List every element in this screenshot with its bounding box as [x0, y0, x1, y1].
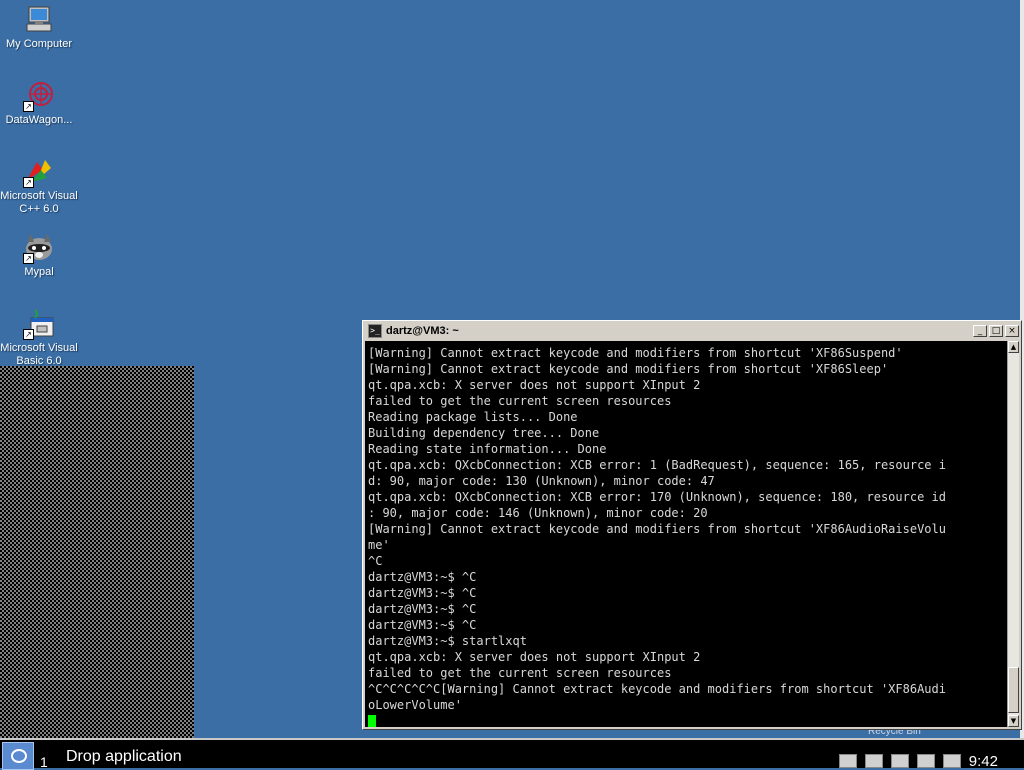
close-button[interactable]: ×: [1005, 325, 1019, 337]
terminal-line: ^C: [368, 554, 383, 568]
start-menu-button[interactable]: [2, 742, 34, 770]
terminal-line: dartz@VM3:~$ ^C: [368, 618, 477, 632]
scroll-up-icon[interactable]: ▲: [1008, 341, 1019, 353]
visual-basic-icon: ↗: [23, 308, 55, 340]
terminal-line: dartz@VM3:~$ ^C: [368, 586, 477, 600]
desktop-icon-label: Microsoft Visual C++ 6.0: [0, 190, 78, 215]
maximize-button[interactable]: □: [989, 325, 1003, 337]
terminal-line: qt.qpa.xcb: X server does not support XI…: [368, 650, 701, 664]
terminal-line: qt.qpa.xcb: QXcbConnection: XCB error: 1…: [368, 458, 946, 472]
terminal-line: oLowerVolume': [368, 698, 462, 712]
terminal-line: ^C^C^C^C^C[Warning] Cannot extract keyco…: [368, 682, 946, 696]
scroll-thumb[interactable]: [1008, 667, 1019, 713]
desktop-icon-mypal[interactable]: ↗ Mypal: [0, 232, 78, 279]
terminal-line: dartz@VM3:~$ ^C: [368, 602, 477, 616]
desktop-icon-datawagon[interactable]: ↗ DataWagon...: [0, 80, 78, 127]
terminal-line: me': [368, 538, 390, 552]
desktop-icon-label: DataWagon...: [5, 114, 73, 126]
volume-icon[interactable]: [942, 754, 961, 768]
desktop-icon-label: My Computer: [5, 38, 73, 50]
system-tray: 9:42: [838, 740, 1024, 770]
visual-cpp-icon: ↗: [23, 156, 55, 188]
terminal-cursor: [368, 714, 376, 727]
terminal-line: failed to get the current screen resourc…: [368, 666, 672, 680]
clipboard-icon[interactable]: [838, 754, 857, 768]
terminal-line: Reading package lists... Done: [368, 410, 578, 424]
desktop-icon-visual-cpp[interactable]: ↗ Microsoft Visual C++ 6.0: [0, 156, 78, 216]
mypal-raccoon-icon: ↗: [23, 232, 55, 264]
lxqt-logo-icon: [11, 749, 27, 763]
desktop: My Computer ↗ DataWagon... ↗ Microsoft V…: [0, 0, 1024, 738]
notes-icon[interactable]: [916, 754, 935, 768]
clock[interactable]: 9:42: [969, 753, 998, 770]
terminal-line: [Warning] Cannot extract keycode and mod…: [368, 362, 889, 376]
taskbar: 1 Drop application 9:42: [0, 738, 1024, 770]
terminal-window[interactable]: >_ dartz@VM3: ~ _ □ × [Warning] Cannot e…: [362, 320, 1022, 730]
terminal-scrollbar[interactable]: ▲ ▼: [1007, 341, 1019, 727]
desktop-icon-my-computer[interactable]: My Computer: [0, 4, 78, 51]
taskbar-task-title[interactable]: Drop application: [66, 748, 182, 766]
terminal-line: : 90, major code: 146 (Unknown), minor c…: [368, 506, 708, 520]
desktop-icon-label: Mypal: [24, 266, 54, 278]
desktop-icon-visual-basic[interactable]: ↗ Microsoft Visual Basic 6.0: [0, 308, 78, 368]
shortcut-arrow-icon: ↗: [23, 177, 34, 188]
terminal-line: failed to get the current screen resourc…: [368, 394, 672, 408]
terminal-line: [Warning] Cannot extract keycode and mod…: [368, 522, 946, 536]
network-icon[interactable]: [864, 754, 883, 768]
terminal-line: qt.qpa.xcb: X server does not support XI…: [368, 378, 701, 392]
terminal-titlebar[interactable]: >_ dartz@VM3: ~ _ □ ×: [365, 323, 1019, 339]
window-title: dartz@VM3: ~: [386, 325, 459, 337]
terminal-line: dartz@VM3:~$ ^C: [368, 570, 477, 584]
terminal-icon: >_: [368, 324, 382, 338]
terminal-line: [Warning] Cannot extract keycode and mod…: [368, 346, 903, 360]
computer-icon: [23, 4, 55, 36]
datawagon-icon: ↗: [23, 80, 55, 112]
minimize-button[interactable]: _: [973, 325, 987, 337]
shortcut-arrow-icon: ↗: [23, 253, 34, 264]
cursor-line: [368, 713, 1007, 727]
shortcut-arrow-icon: ↗: [23, 101, 34, 112]
scroll-down-icon[interactable]: ▼: [1008, 715, 1019, 727]
terminal-output[interactable]: [Warning] Cannot extract keycode and mod…: [365, 341, 1007, 727]
shortcut-arrow-icon: ↗: [23, 329, 34, 340]
terminal-line: Reading state information... Done: [368, 442, 607, 456]
terminal-line: Building dependency tree... Done: [368, 426, 600, 440]
dithered-region: [0, 366, 194, 738]
terminal-line: dartz@VM3:~$ startlxqt: [368, 634, 527, 648]
terminal-line: qt.qpa.xcb: QXcbConnection: XCB error: 1…: [368, 490, 946, 504]
terminal-line: d: 90, major code: 130 (Unknown), minor …: [368, 474, 715, 488]
computer-icon[interactable]: [890, 754, 909, 768]
desktop-icon-label: Microsoft Visual Basic 6.0: [0, 342, 78, 367]
